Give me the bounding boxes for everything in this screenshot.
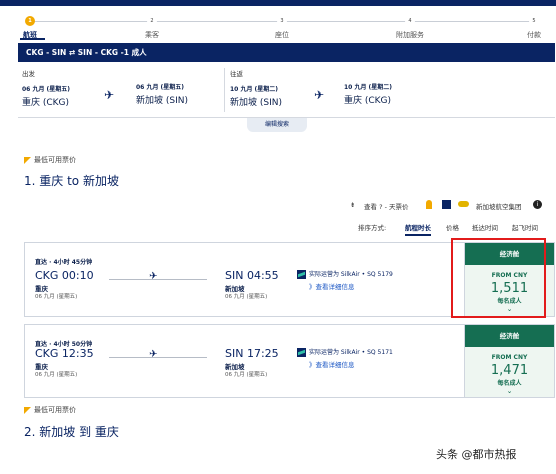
plane-icon: ✈: [314, 88, 325, 102]
sort-label: 排序方式:: [358, 224, 387, 232]
step-label: 座位: [275, 31, 289, 39]
step-number: 2: [147, 16, 157, 26]
chevron-down-icon: ⌄: [506, 387, 513, 395]
return-origin-date: 10 九月 (星期二): [230, 86, 279, 93]
silkair-icon: [442, 200, 451, 209]
flight-path-line: [109, 279, 207, 280]
outbound-destination: 06 九月 (星期五) 新加坡 (SIN): [136, 68, 188, 106]
departure-time: CKG 12:35: [35, 347, 94, 360]
plane-icon: ✈: [104, 88, 115, 102]
return-destination-date: 10 九月 (星期二): [344, 84, 393, 91]
lowest-fare-icon: [426, 200, 432, 209]
departure-date: 06 九月 (星期五): [35, 372, 78, 378]
watermark: 头条 @都市热报: [436, 448, 517, 461]
sort-option-price[interactable]: 价格: [446, 222, 459, 232]
view-details-link[interactable]: 》查看详细信息: [309, 281, 355, 291]
sort-bar: 排序方式: 航程时长 价格 抵达时间 起飞时间: [358, 222, 548, 236]
calendar-icon: ⇟: [350, 201, 356, 209]
plane-icon: ✈: [149, 349, 158, 360]
outbound-destination-city: 新加坡 (SIN): [136, 96, 188, 106]
flight-card[interactable]: 直达 · 4小时 50分钟 CKG 12:35 重庆 06 九月 (星期五) ✈…: [24, 324, 555, 398]
section-title-outbound: 1. 重庆 to 新加坡: [24, 174, 119, 188]
lowest-fare-label: 最低可用票价: [34, 156, 76, 164]
step-payment[interactable]: 5 付款: [504, 16, 556, 40]
return-origin: 往返 10 九月 (星期二) 新加坡 (SIN): [230, 68, 282, 108]
lowest-fare-flag: 最低可用票价: [24, 155, 76, 165]
corner-flag-icon: [24, 156, 31, 164]
flight-meta: 直达 · 4小时 45分钟: [35, 259, 93, 266]
lowest-fare-flag: 最低可用票价: [24, 405, 76, 415]
operator-info: 实际运营为 SilkAir • SQ 5179: [297, 269, 393, 279]
active-step-underline: [20, 38, 45, 40]
operator-label: 实际运营为 SilkAir • SQ 5179: [309, 271, 393, 278]
scoot-icon: [458, 201, 469, 207]
operator-info: 实际运营为 SilkAir • SQ 5171: [297, 347, 393, 357]
economy-fare[interactable]: 经济舱 FROM CNY 1,471 每名成人 ⌄: [464, 325, 554, 397]
fare-class: 经济舱: [465, 325, 554, 347]
step-number: 3: [277, 16, 287, 26]
step-passengers[interactable]: 2 乘客: [122, 16, 182, 40]
step-label: 付款: [527, 31, 541, 39]
step-number: 5: [529, 16, 539, 26]
step-label: 附加服务: [396, 31, 424, 39]
step-label: 乘客: [145, 31, 159, 39]
itinerary-summary: 出发 06 九月 (星期五) 重庆 (CKG) ✈ 06 九月 (星期五) 新加…: [18, 62, 555, 118]
booking-stepper: 1 航班 2 乘客 3 座位 4 附加服务 5 付款: [0, 10, 556, 40]
step-flights[interactable]: 1 航班: [0, 16, 60, 40]
arrival-date: 06 九月 (星期五): [225, 372, 268, 378]
sort-option-arrival[interactable]: 抵达时间: [472, 222, 498, 232]
step-extras[interactable]: 4 附加服务: [380, 16, 440, 40]
info-icon[interactable]: i: [533, 200, 542, 209]
route-summary-bar: CKG - SIN ⇄ SIN - CKG -1 成人: [18, 43, 555, 62]
return-caption: 往返: [230, 70, 243, 78]
outbound-destination-date: 06 九月 (星期五): [136, 84, 185, 91]
depart-caption: 出发: [22, 70, 35, 78]
outbound-origin: 出发 06 九月 (星期五) 重庆 (CKG): [22, 68, 70, 108]
per-adult-label: 每名成人: [497, 380, 522, 387]
outbound-origin-date: 06 九月 (星期五): [22, 86, 71, 93]
operator-label: 实际运营为 SilkAir • SQ 5171: [309, 349, 393, 356]
silkair-logo-icon: [297, 270, 306, 279]
plane-icon: ✈: [149, 271, 158, 282]
fare-from-label: FROM CNY: [491, 354, 528, 361]
sort-option-duration[interactable]: 航程时长: [405, 222, 431, 236]
outbound-origin-city: 重庆 (CKG): [22, 98, 70, 108]
section-title-return: 2. 新加坡 到 重庆: [24, 425, 119, 439]
step-seats[interactable]: 3 座位: [252, 16, 312, 40]
airline-group-label: 新加坡航空集团: [476, 203, 522, 211]
step-number: 4: [405, 16, 415, 26]
return-destination-city: 重庆 (CKG): [344, 96, 392, 106]
top-band: [0, 0, 556, 6]
arrival-time: SIN 17:25: [225, 347, 279, 360]
fare-price: 1,471: [490, 363, 529, 378]
arrival-time: SIN 04:55: [225, 269, 279, 282]
summary-divider: [224, 68, 225, 112]
silkair-logo-icon: [297, 348, 306, 357]
lowest-fare-label: 最低可用票价: [34, 406, 76, 414]
highlight-box: [451, 238, 546, 318]
edit-search-button[interactable]: 编辑搜索: [247, 118, 307, 132]
return-origin-city: 新加坡 (SIN): [230, 98, 282, 108]
corner-flag-icon: [24, 406, 31, 414]
flight-path-line: [109, 357, 207, 358]
departure-time: CKG 00:10: [35, 269, 94, 282]
sort-option-departure[interactable]: 起飞时间: [512, 222, 538, 232]
step-number: 1: [25, 16, 35, 26]
fare-calendar-link[interactable]: 查看 ? - 天票价: [364, 201, 409, 211]
arrival-date: 06 九月 (星期五): [225, 294, 268, 300]
departure-date: 06 九月 (星期五): [35, 294, 78, 300]
view-details-link[interactable]: 》查看详细信息: [309, 359, 355, 369]
return-destination: 10 九月 (星期二) 重庆 (CKG): [344, 68, 392, 106]
